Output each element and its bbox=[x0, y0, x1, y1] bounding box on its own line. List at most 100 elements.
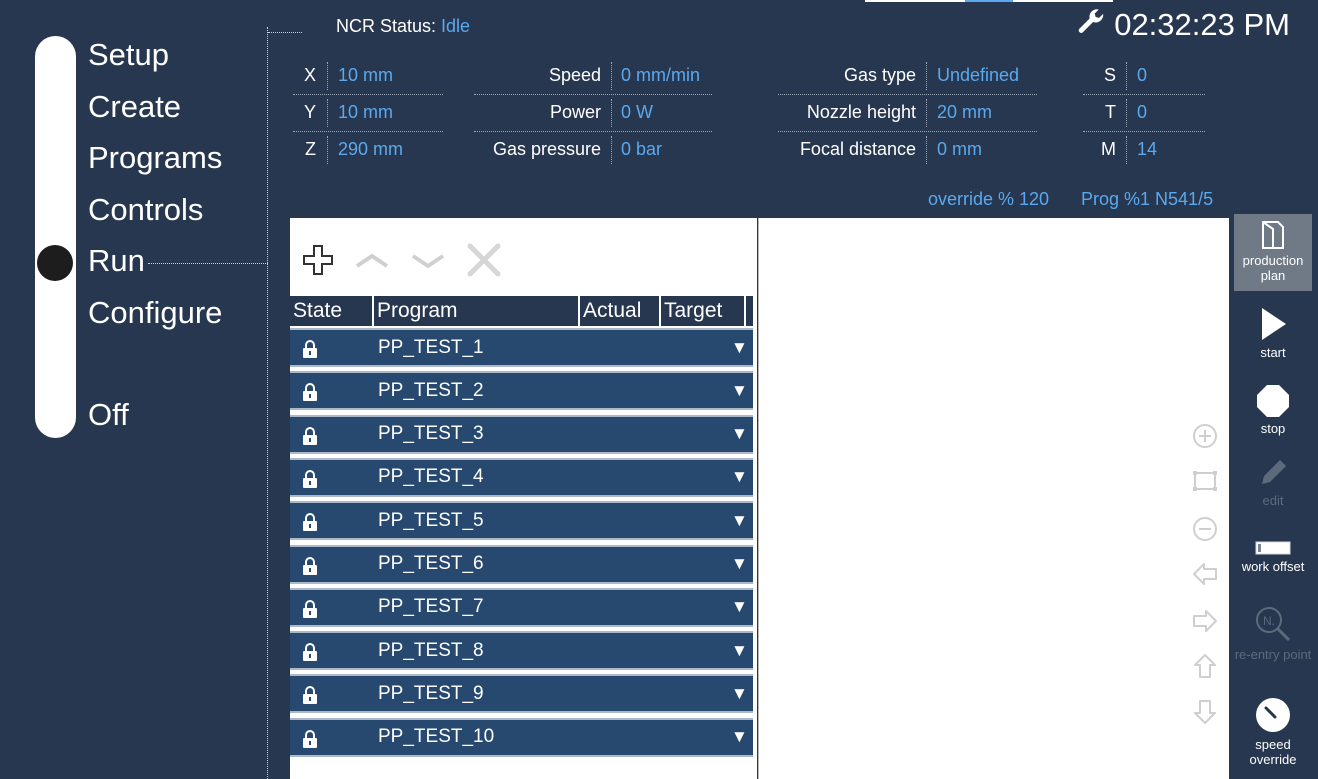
play-icon bbox=[1258, 306, 1288, 345]
param-separator bbox=[926, 99, 927, 127]
target-dropdown[interactable]: ▼ bbox=[731, 467, 748, 487]
table-row[interactable]: PP_TEST_5 ▼ bbox=[290, 501, 753, 541]
param-power-value: 0 W bbox=[621, 102, 654, 122]
program-name: PP_TEST_3 bbox=[378, 423, 484, 445]
work-offset-button[interactable]: work offset bbox=[1234, 540, 1312, 588]
lock-icon bbox=[302, 729, 318, 748]
production-plan-panel: State Program Actual Target PP_TEST_1 ▼ PP… bbox=[290, 218, 757, 779]
param-separator bbox=[1126, 99, 1127, 127]
edit-button[interactable]: edit bbox=[1234, 456, 1312, 514]
production-plan-button[interactable]: production plan bbox=[1234, 214, 1312, 291]
preview-canvas[interactable] bbox=[758, 218, 1229, 779]
arrow-down-icon[interactable] bbox=[1191, 698, 1219, 726]
target-dropdown[interactable]: ▼ bbox=[731, 381, 748, 401]
param-separator bbox=[327, 99, 328, 127]
start-button[interactable]: start bbox=[1234, 306, 1312, 368]
param-t-label: T bbox=[1105, 102, 1116, 122]
lock-icon bbox=[302, 513, 318, 532]
param-separator bbox=[327, 136, 328, 164]
param-underline bbox=[293, 94, 443, 95]
document-icon bbox=[1260, 220, 1286, 253]
table-row[interactable]: PP_TEST_1 ▼ bbox=[290, 328, 753, 367]
param-separator bbox=[611, 62, 612, 90]
speed-override-button[interactable]: speed override bbox=[1234, 696, 1312, 772]
start-label: start bbox=[1260, 345, 1286, 360]
stop-label: stop bbox=[1260, 421, 1286, 436]
nav-item-programs[interactable]: Programs bbox=[88, 140, 222, 176]
arrow-right-icon[interactable] bbox=[1191, 607, 1219, 635]
lock-icon bbox=[302, 686, 318, 705]
param-nozzle-height-value: 20 mm bbox=[937, 102, 993, 122]
nav-divider bbox=[267, 27, 268, 779]
table-row[interactable]: PP_TEST_4 ▼ bbox=[290, 457, 753, 497]
target-dropdown[interactable]: ▼ bbox=[731, 424, 748, 444]
table-row[interactable]: PP_TEST_2 ▼ bbox=[290, 371, 753, 411]
zoom-in-icon[interactable] bbox=[1191, 422, 1219, 450]
topbar-segment bbox=[965, 0, 1013, 2]
wrench-icon[interactable] bbox=[1076, 6, 1106, 44]
column-program[interactable]: Program bbox=[374, 296, 580, 326]
lock-icon bbox=[302, 340, 318, 358]
param-m-label: M bbox=[1101, 139, 1116, 159]
column-target[interactable]: Target bbox=[661, 296, 746, 326]
production-plan-label: production plan bbox=[1242, 253, 1304, 283]
table-row[interactable]: PP_TEST_9 ▼ bbox=[290, 674, 753, 714]
arrow-left-icon[interactable] bbox=[1191, 560, 1219, 588]
speed-dial-icon bbox=[1254, 696, 1292, 737]
svg-text:N.: N. bbox=[1263, 614, 1275, 628]
param-separator bbox=[327, 62, 328, 90]
fit-view-icon[interactable] bbox=[1191, 467, 1219, 495]
param-y-label: Y bbox=[303, 102, 316, 122]
stop-octagon-icon bbox=[1256, 384, 1290, 421]
nav-item-setup[interactable]: Setup bbox=[88, 37, 169, 73]
param-separator bbox=[926, 62, 927, 90]
target-dropdown[interactable]: ▼ bbox=[731, 641, 748, 661]
param-nozzle-height-label: Nozzle height bbox=[806, 102, 916, 122]
nav-selector-knob[interactable] bbox=[37, 245, 73, 281]
param-gas-pressure-value: 0 bar bbox=[621, 139, 663, 159]
edit-label: edit bbox=[1262, 493, 1284, 508]
nav-item-create[interactable]: Create bbox=[88, 89, 181, 125]
stop-button[interactable]: stop bbox=[1234, 384, 1312, 440]
table-row[interactable]: PP_TEST_10 ▼ bbox=[290, 717, 753, 757]
plus-icon[interactable] bbox=[296, 238, 340, 282]
nav-item-run[interactable]: Run bbox=[88, 243, 145, 279]
ncr-status-value: Idle bbox=[441, 16, 471, 36]
arrow-up-icon[interactable] bbox=[1191, 652, 1219, 680]
nav-track[interactable] bbox=[35, 36, 76, 438]
pencil-icon bbox=[1256, 456, 1290, 493]
nav-item-off[interactable]: Off bbox=[88, 397, 129, 433]
topbar-segment bbox=[1013, 0, 1113, 2]
program-name: PP_TEST_1 bbox=[378, 336, 484, 358]
param-separator bbox=[1126, 136, 1127, 164]
target-dropdown[interactable]: ▼ bbox=[731, 554, 748, 574]
target-dropdown[interactable]: ▼ bbox=[731, 597, 748, 617]
zoom-out-icon[interactable] bbox=[1191, 515, 1219, 543]
target-dropdown[interactable]: ▼ bbox=[731, 338, 748, 358]
target-dropdown[interactable]: ▼ bbox=[731, 511, 748, 531]
override-percent: override % 120 bbox=[928, 189, 1050, 209]
chevron-up-icon bbox=[350, 238, 394, 282]
nav-leader-line bbox=[148, 263, 268, 264]
param-separator bbox=[611, 136, 612, 164]
param-focal-distance-value: 0 mm bbox=[937, 139, 982, 159]
param-gas-pressure-label: Gas pressure bbox=[492, 139, 601, 159]
nav-item-configure[interactable]: Configure bbox=[88, 295, 222, 331]
nav-item-controls[interactable]: Controls bbox=[88, 192, 203, 228]
param-s-value: 0 bbox=[1137, 65, 1148, 85]
table-row[interactable]: PP_TEST_7 ▼ bbox=[290, 587, 753, 627]
reentry-point-button[interactable]: N. re-entry point bbox=[1234, 604, 1312, 678]
target-dropdown[interactable]: ▼ bbox=[731, 684, 748, 704]
program-name: PP_TEST_8 bbox=[378, 639, 484, 661]
param-focal-distance-label: Focal distance bbox=[799, 139, 916, 159]
param-x-value: 10 mm bbox=[338, 65, 394, 85]
target-dropdown[interactable]: ▼ bbox=[731, 727, 748, 747]
table-row[interactable]: PP_TEST_8 ▼ bbox=[290, 631, 753, 671]
column-actual[interactable]: Actual bbox=[580, 296, 661, 326]
clock-time: 02:32:23 PM bbox=[1114, 7, 1290, 42]
table-row[interactable]: PP_TEST_3 ▼ bbox=[290, 414, 753, 454]
column-state[interactable]: State bbox=[290, 296, 374, 326]
table-row[interactable]: PP_TEST_6 ▼ bbox=[290, 544, 753, 584]
status-leader-line bbox=[268, 32, 302, 33]
ncr-status-label: NCR Status: bbox=[336, 16, 437, 36]
